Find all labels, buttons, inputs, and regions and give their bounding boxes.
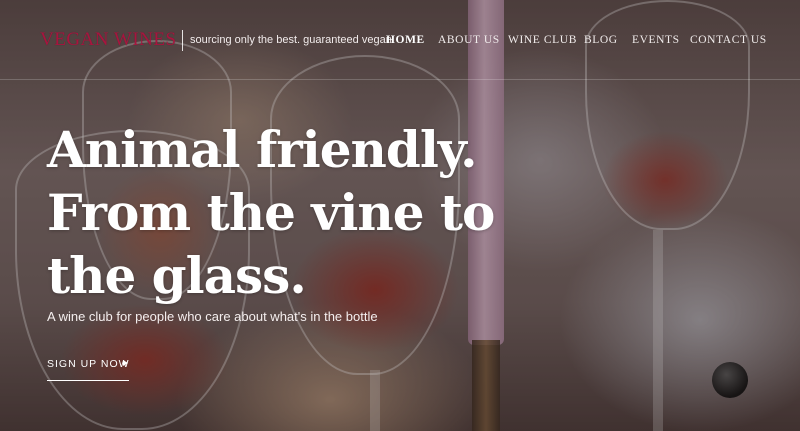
- main-nav: HOME ABOUT US WINE CLUB BLOG EVENTS CONT…: [0, 34, 800, 50]
- sign-up-button[interactable]: SIGN UP NOW: [47, 356, 129, 382]
- triangle-right-icon: [123, 360, 128, 366]
- nav-item-blog[interactable]: BLOG: [584, 34, 618, 46]
- nav-item-about-us[interactable]: ABOUT US: [438, 34, 500, 46]
- hero-title: Animal friendly. From the vine to the gl…: [47, 118, 517, 307]
- sign-up-underline: [47, 380, 129, 381]
- nav-item-home[interactable]: HOME: [386, 34, 425, 46]
- hero-title-line: Animal friendly.: [47, 120, 478, 179]
- hero-subtitle: A wine club for people who care about wh…: [47, 309, 378, 324]
- nav-item-contact-us[interactable]: CONTACT US: [690, 34, 767, 46]
- sign-up-label: SIGN UP NOW: [47, 358, 130, 370]
- hero-title-line: From the vine to: [47, 183, 495, 242]
- site-header: VEGAN WINES sourcing only the best. guar…: [0, 0, 800, 80]
- hero-title-line: the glass.: [47, 246, 307, 305]
- nav-item-wine-club[interactable]: WINE CLUB: [508, 34, 577, 46]
- nav-item-events[interactable]: EVENTS: [632, 34, 680, 46]
